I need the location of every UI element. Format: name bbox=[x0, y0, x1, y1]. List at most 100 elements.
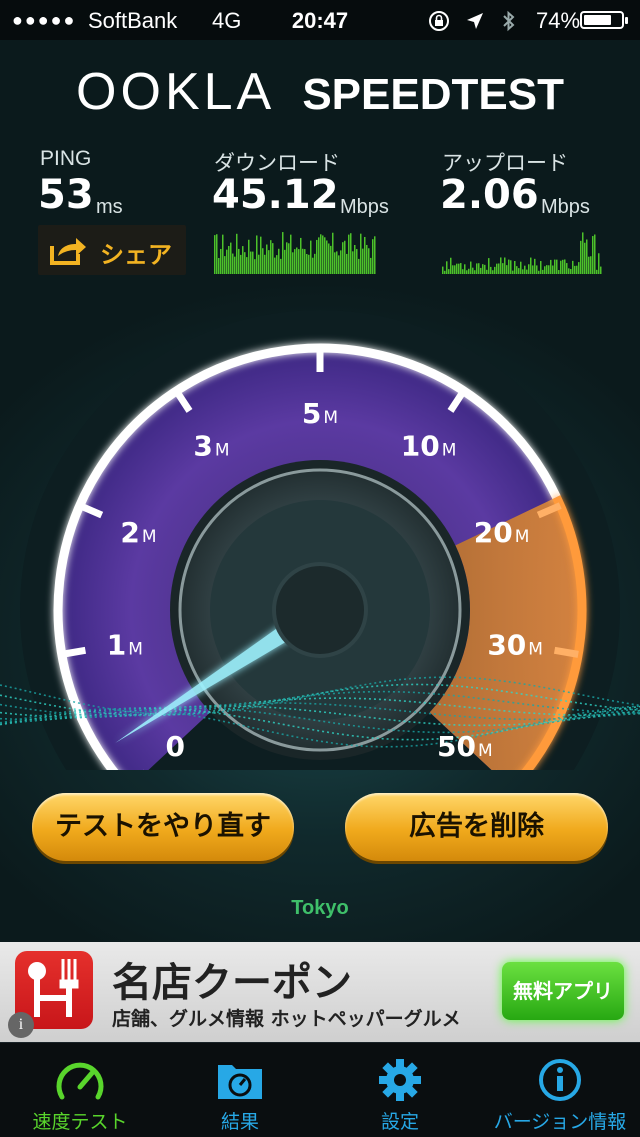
sparkline-bar bbox=[492, 270, 494, 274]
sparkline-bar bbox=[546, 265, 548, 274]
sparkline-bar bbox=[572, 260, 574, 274]
sparkline-bar bbox=[524, 265, 526, 274]
tab-version-info[interactable]: バージョン情報 bbox=[480, 1043, 640, 1137]
ping-unit: ms bbox=[96, 196, 123, 218]
sparkline-bar bbox=[222, 234, 224, 274]
sparkline-bar bbox=[284, 249, 286, 274]
sparkline-bar bbox=[506, 265, 508, 274]
share-button[interactable]: シェア bbox=[38, 225, 186, 275]
sparkline-bar bbox=[484, 264, 486, 274]
sparkline-bar bbox=[242, 246, 244, 274]
sparkline-bar bbox=[294, 249, 296, 274]
sparkline-bar bbox=[560, 260, 562, 274]
sparkline-bar bbox=[570, 269, 572, 274]
sparkline-bar bbox=[574, 265, 576, 274]
upload-value: 2.06 bbox=[440, 172, 539, 218]
sparkline-bar bbox=[544, 266, 546, 274]
sparkline-bar bbox=[526, 269, 528, 274]
sparkline-bar bbox=[370, 257, 372, 274]
sparkline-bar bbox=[368, 248, 370, 274]
info-icon bbox=[539, 1059, 581, 1101]
sparkline-bar bbox=[556, 259, 558, 274]
ad-title: 名店クーポン bbox=[112, 960, 352, 1006]
download-sparkline bbox=[214, 232, 376, 274]
tab-speed-test[interactable]: 速度テスト bbox=[0, 1043, 160, 1137]
download-value: 45.12 bbox=[212, 172, 339, 218]
sparkline-bar bbox=[536, 265, 538, 274]
sparkline-bar bbox=[522, 269, 524, 274]
sparkline-bar bbox=[300, 237, 302, 274]
sparkline-bar bbox=[248, 239, 250, 274]
sparkline-bar bbox=[366, 244, 368, 274]
sparkline-bar bbox=[278, 248, 280, 274]
sparkline-bar bbox=[538, 270, 540, 274]
sparkline-bar bbox=[304, 249, 306, 274]
speedometer-icon bbox=[56, 1062, 104, 1100]
tab-label: 設定 bbox=[380, 1111, 419, 1133]
tab-settings[interactable]: 設定 bbox=[320, 1043, 480, 1137]
sparkline-bar bbox=[262, 248, 264, 274]
sparkline-bar bbox=[272, 243, 274, 274]
sparkline-bar bbox=[310, 240, 312, 274]
sparkline-bar bbox=[494, 266, 496, 274]
ad-info-icon[interactable]: i bbox=[8, 1012, 34, 1038]
sparkline-bar bbox=[340, 250, 342, 274]
retest-button[interactable]: テストをやり直す bbox=[32, 793, 294, 861]
sparkline-bar bbox=[514, 260, 516, 274]
sparkline-bar bbox=[218, 258, 220, 274]
sparkline-bar bbox=[226, 249, 228, 274]
sparkline-bar bbox=[338, 255, 340, 274]
sparkline-bar bbox=[518, 268, 520, 274]
ad-banner[interactable]: 名店クーポン 店舗、グルメ情報 ホットペッパーグルメ 無料アプリ i bbox=[0, 942, 640, 1042]
server-location: Tokyo bbox=[291, 897, 349, 919]
sparkline-bar bbox=[220, 248, 222, 274]
sparkline-bar bbox=[320, 234, 322, 274]
sparkline-bar bbox=[298, 249, 300, 274]
sparkline-bar bbox=[228, 245, 230, 274]
sparkline-bar bbox=[258, 254, 260, 274]
share-label: シェア bbox=[100, 241, 172, 269]
sparkline-bar bbox=[302, 248, 304, 274]
sparkline-bar bbox=[290, 234, 292, 274]
sparkline-bar bbox=[232, 253, 234, 274]
tab-results[interactable]: 結果 bbox=[160, 1043, 320, 1137]
sparkline-bar bbox=[450, 257, 452, 274]
upload-unit: Mbps bbox=[541, 196, 590, 218]
speedometer-gauge: 01 M2 M3 M5 M10 M20 M30 M50 M bbox=[0, 310, 640, 770]
sparkline-bar bbox=[458, 263, 460, 274]
sparkline-bar bbox=[468, 268, 470, 274]
sparkline-bar bbox=[214, 235, 216, 274]
sparkline-bar bbox=[596, 269, 598, 274]
sparkline-bar bbox=[286, 242, 288, 274]
bluetooth-icon bbox=[503, 10, 515, 32]
sparkline-bar bbox=[322, 235, 324, 274]
sparkline-bar bbox=[586, 239, 588, 274]
sparkline-bar bbox=[456, 263, 458, 274]
sparkline-bar bbox=[568, 268, 570, 274]
app-logo: OOKLA SPEEDTEST bbox=[0, 62, 640, 122]
sparkline-bar bbox=[306, 254, 308, 274]
tab-label: 速度テスト bbox=[32, 1111, 128, 1133]
sparkline-bar bbox=[292, 252, 294, 274]
sparkline-bar bbox=[312, 257, 314, 274]
sparkline-bar bbox=[444, 270, 446, 274]
sparkline-bar bbox=[372, 239, 374, 274]
ad-free-app-button[interactable]: 無料アプリ bbox=[502, 962, 624, 1020]
share-icon bbox=[50, 238, 86, 265]
sparkline-bar bbox=[238, 248, 240, 274]
sparkline-bar bbox=[488, 258, 490, 274]
sparkline-bar bbox=[280, 258, 282, 274]
sparkline-bar bbox=[234, 256, 236, 274]
logo-speedtest: SPEEDTEST bbox=[302, 70, 564, 119]
sparkline-bar bbox=[512, 270, 514, 274]
sparkline-bar bbox=[588, 256, 590, 274]
sparkline-bar bbox=[358, 258, 360, 274]
sparkline-bar bbox=[264, 254, 266, 274]
sparkline-bar bbox=[582, 232, 584, 274]
remove-ads-button[interactable]: 広告を削除 bbox=[345, 793, 608, 861]
sparkline-bar bbox=[482, 264, 484, 274]
sparkline-bar bbox=[342, 242, 344, 274]
sparkline-bar bbox=[446, 261, 448, 274]
tab-label: バージョン情報 bbox=[493, 1111, 627, 1133]
sparkline-bar bbox=[592, 236, 594, 274]
